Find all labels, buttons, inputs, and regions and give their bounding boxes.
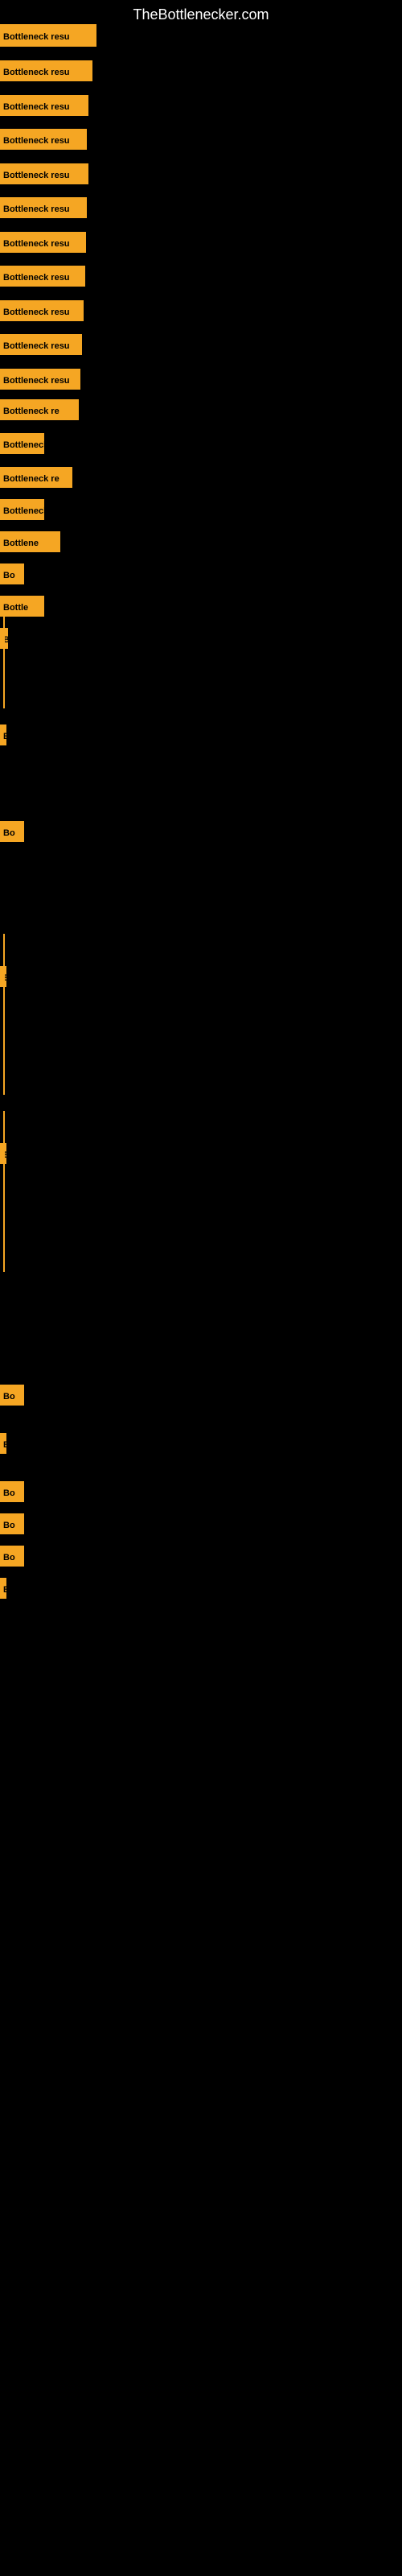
bar-label: Bo [0, 1513, 24, 1534]
bar-item: Bottleneck resu [0, 300, 84, 321]
bar-item: Bottleneck resu [0, 24, 96, 47]
bar-item: B [0, 724, 6, 745]
bar-label: Bottleneck resu [0, 197, 87, 218]
bar-label: B [0, 1578, 6, 1599]
bar-item: Bottlene [0, 531, 60, 552]
bar-item: Bottleneck resu [0, 197, 87, 218]
bar-label: Bo [0, 564, 24, 584]
bar-item: Bottleneck resu [0, 232, 86, 253]
bar-item: Bottleneck resu [0, 60, 92, 81]
bar-label: Bo [0, 1385, 24, 1406]
bar-label: Bottlene [0, 531, 60, 552]
bar-label: B [0, 1433, 6, 1454]
bar-label: Bo [0, 1546, 24, 1567]
bar-item: Bottleneck resu [0, 369, 80, 390]
bar-label: Bottleneck re [0, 399, 79, 420]
bar-label: Bottle [0, 596, 44, 617]
bar-label: Bottleneck resu [0, 163, 88, 184]
vertical-line [3, 612, 5, 708]
bar-label: Bottleneck resu [0, 369, 80, 390]
bar-item: Bottleneck resu [0, 334, 82, 355]
bar-label: Bottleneck resu [0, 300, 84, 321]
bar-item: Bo [0, 1481, 24, 1502]
bar-item: Bo [0, 1385, 24, 1406]
bar-item: Bo [0, 564, 24, 584]
bar-item: Bottleneck resu [0, 266, 85, 287]
bar-label: B [0, 724, 6, 745]
bar-item: Bottle [0, 596, 44, 617]
bar-label: Bottleneck resu [0, 232, 86, 253]
bar-item: B [0, 1433, 6, 1454]
vertical-line [3, 1111, 5, 1272]
bar-label: Bottleneck resu [0, 266, 85, 287]
vertical-line [3, 934, 5, 1095]
bar-item: Bottleneck re [0, 399, 79, 420]
bar-item: Bottleneck r [0, 499, 44, 520]
bar-label: Bottleneck r [0, 499, 44, 520]
bar-item: Bottleneck re [0, 467, 72, 488]
bar-item: Bottleneck resu [0, 163, 88, 184]
bar-item: Bottleneck r [0, 433, 44, 454]
bar-label: Bo [0, 1481, 24, 1502]
bar-item: B [0, 1578, 6, 1599]
bar-item: Bottleneck resu [0, 129, 87, 150]
bar-label: Bottleneck resu [0, 129, 87, 150]
bar-label: Bottleneck resu [0, 334, 82, 355]
bar-label: Bo [0, 821, 24, 842]
bar-item: Bo [0, 1546, 24, 1567]
bar-label: Bottleneck resu [0, 95, 88, 116]
bar-item: Bo [0, 1513, 24, 1534]
bar-item: Bottleneck resu [0, 95, 88, 116]
bar-label: Bottleneck re [0, 467, 72, 488]
bar-label: Bottleneck resu [0, 24, 96, 47]
bar-label: Bottleneck resu [0, 60, 92, 81]
bar-label: Bottleneck r [0, 433, 44, 454]
bar-item: Bo [0, 821, 24, 842]
